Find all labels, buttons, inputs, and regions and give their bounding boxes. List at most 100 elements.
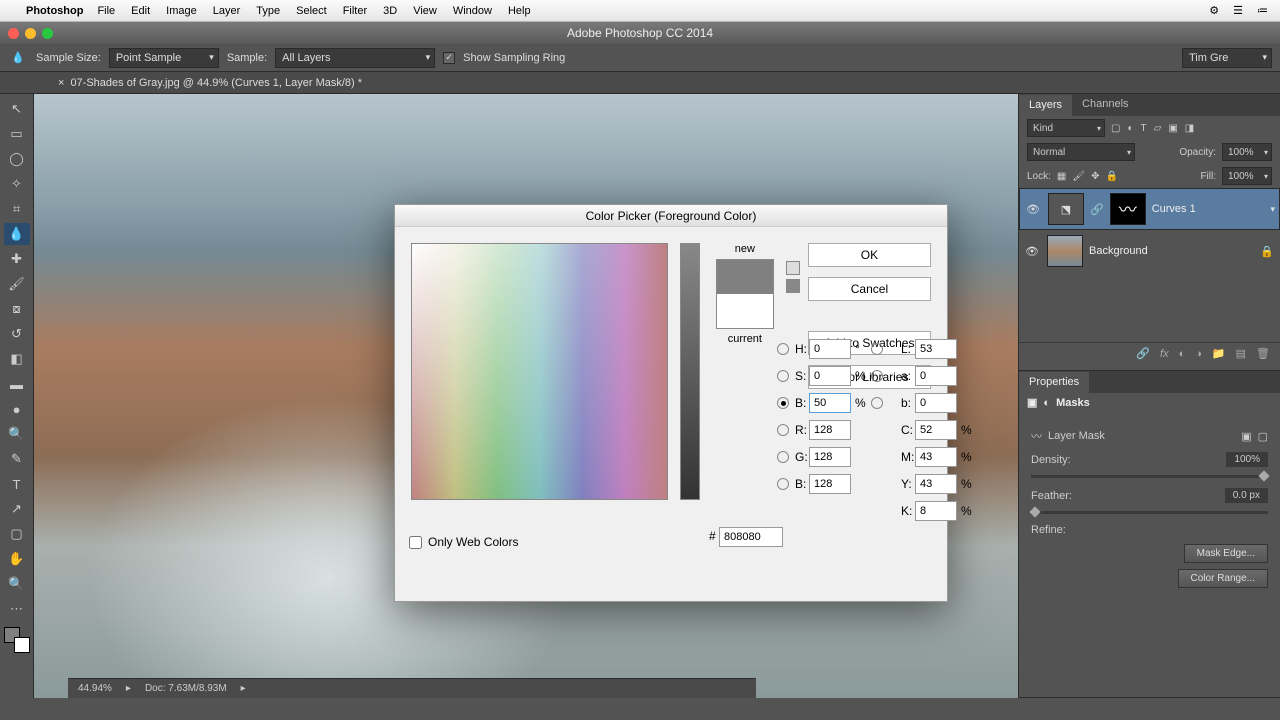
color-field[interactable]	[411, 243, 668, 500]
lock-transparent-icon[interactable]: ▦	[1057, 171, 1066, 182]
wand-tool[interactable]: ✧	[4, 173, 30, 195]
marquee-tool[interactable]: ▭	[4, 123, 30, 145]
zoom-status[interactable]: 44.94%	[78, 683, 112, 694]
menu-list-icon[interactable]: ≔	[1257, 4, 1268, 17]
menu-window[interactable]: Window	[453, 5, 492, 17]
filter-adjust-icon[interactable]: ◐	[1127, 123, 1133, 134]
lasso-tool[interactable]: ◯	[4, 148, 30, 170]
history-brush-tool[interactable]: ↺	[4, 323, 30, 345]
blend-mode-select[interactable]: Normal	[1027, 143, 1135, 161]
doc-status[interactable]: Doc: 7.63M/8.93M	[145, 683, 227, 694]
maximize-window-button[interactable]	[42, 28, 53, 39]
type-tool[interactable]: T	[4, 473, 30, 495]
lock-image-icon[interactable]: 🖌	[1072, 171, 1085, 182]
b-hsb-input[interactable]	[809, 393, 851, 413]
m-input[interactable]	[915, 447, 957, 467]
filter-shape-icon[interactable]: ▱	[1154, 123, 1162, 134]
cube-icon[interactable]	[786, 261, 800, 275]
close-tab-icon[interactable]: ×	[58, 77, 64, 89]
g-input[interactable]	[809, 447, 851, 467]
status-icon[interactable]: ⚙	[1209, 4, 1219, 17]
radio-b-lab[interactable]	[871, 397, 883, 409]
b-rgb-input[interactable]	[809, 474, 851, 494]
layer-background[interactable]: 👁 Background 🔒	[1019, 230, 1280, 272]
new-layer-icon[interactable]: ▤	[1236, 347, 1246, 360]
radio-l[interactable]	[871, 343, 883, 355]
feather-slider[interactable]	[1031, 511, 1268, 514]
menu-file[interactable]: File	[97, 5, 115, 17]
ok-button[interactable]: OK	[808, 243, 931, 267]
hue-slider[interactable]	[680, 243, 700, 500]
cancel-button[interactable]: Cancel	[808, 277, 931, 301]
b-lab-input[interactable]	[915, 393, 957, 413]
fill-input[interactable]: 100%	[1222, 167, 1272, 185]
menu-view[interactable]: View	[413, 5, 437, 17]
radio-r[interactable]	[777, 424, 789, 436]
h-input[interactable]	[809, 339, 851, 359]
kind-filter-select[interactable]: Kind	[1027, 119, 1105, 137]
layer-thumb-adjust[interactable]: ⬔	[1048, 193, 1084, 225]
s-input[interactable]	[809, 366, 851, 386]
feather-value[interactable]: 0.0 px	[1225, 488, 1268, 503]
link-layers-icon[interactable]: 🔗	[1136, 347, 1150, 360]
layer-name[interactable]: Curves 1	[1152, 203, 1273, 215]
hex-input[interactable]	[719, 527, 783, 547]
menu-image[interactable]: Image	[166, 5, 197, 17]
minimize-window-button[interactable]	[25, 28, 36, 39]
path-tool[interactable]: ↗	[4, 498, 30, 520]
group-icon[interactable]: 📁	[1212, 347, 1226, 360]
layer-thumb-image[interactable]	[1047, 235, 1083, 267]
pen-tool[interactable]: ✎	[4, 448, 30, 470]
dodge-tool[interactable]: 🔍	[4, 423, 30, 445]
brush-tool[interactable]: 🖌	[4, 273, 30, 295]
radio-h[interactable]	[777, 343, 789, 355]
l-input[interactable]	[915, 339, 957, 359]
gradient-tool[interactable]: ▬	[4, 373, 30, 395]
edit-toolbar-icon[interactable]: ⋯	[4, 598, 30, 620]
sample-select[interactable]: All Layers	[275, 48, 435, 68]
visibility-icon[interactable]: 👁	[1026, 203, 1042, 216]
link-icon[interactable]: 🔗	[1090, 203, 1104, 216]
layers-tab[interactable]: Layers	[1019, 94, 1072, 116]
eyedropper-tool[interactable]: 💧	[4, 223, 30, 245]
sample-size-select[interactable]: Point Sample	[109, 48, 219, 68]
density-value[interactable]: 100%	[1226, 452, 1268, 467]
pixel-mask-icon[interactable]: ▣	[1241, 430, 1251, 443]
menu-type[interactable]: Type	[256, 5, 280, 17]
menu-3d[interactable]: 3D	[383, 5, 397, 17]
menu-select[interactable]: Select	[296, 5, 327, 17]
move-tool[interactable]: ↖	[4, 98, 30, 120]
radio-a[interactable]	[871, 370, 883, 382]
mask-icon[interactable]: ◐	[1179, 348, 1186, 360]
layer-mask-thumb[interactable]: 〰	[1110, 193, 1146, 225]
close-window-button[interactable]	[8, 28, 19, 39]
color-range-button[interactable]: Color Range...	[1178, 569, 1268, 588]
mask-edge-button[interactable]: Mask Edge...	[1184, 544, 1268, 563]
panel-toggle-icon[interactable]: ☰	[1233, 4, 1243, 17]
properties-tab[interactable]: Properties	[1019, 371, 1089, 393]
document-tab[interactable]: ×07-Shades of Gray.jpg @ 44.9% (Curves 1…	[50, 77, 370, 89]
shape-tool[interactable]: ▢	[4, 523, 30, 545]
radio-s[interactable]	[777, 370, 789, 382]
menu-layer[interactable]: Layer	[213, 5, 241, 17]
menu-edit[interactable]: Edit	[131, 5, 150, 17]
crop-tool[interactable]: ⌗	[4, 198, 30, 220]
fx-icon[interactable]: fx	[1160, 348, 1169, 360]
opacity-input[interactable]: 100%	[1222, 143, 1272, 161]
lock-all-icon[interactable]: 🔒	[1105, 171, 1117, 182]
canvas[interactable]: Color Picker (Foreground Color) new curr…	[34, 94, 1018, 698]
filter-type-icon[interactable]: T	[1141, 123, 1147, 134]
a-input[interactable]	[915, 366, 957, 386]
menu-filter[interactable]: Filter	[343, 5, 367, 17]
radio-g[interactable]	[777, 451, 789, 463]
layer-name[interactable]: Background	[1089, 245, 1254, 257]
hand-tool[interactable]: ✋	[4, 548, 30, 570]
blur-tool[interactable]: ●	[4, 398, 30, 420]
radio-b-hsb[interactable]	[777, 397, 789, 409]
eyedropper-icon[interactable]: 💧	[8, 49, 28, 67]
filter-toggle-icon[interactable]: ◨	[1185, 123, 1194, 134]
filter-smart-icon[interactable]: ▣	[1168, 123, 1177, 134]
filter-pixel-icon[interactable]: ▢	[1111, 123, 1120, 134]
layer-curves[interactable]: 👁 ⬔ 🔗 〰 Curves 1	[1019, 188, 1280, 230]
visibility-icon[interactable]: 👁	[1025, 245, 1041, 258]
